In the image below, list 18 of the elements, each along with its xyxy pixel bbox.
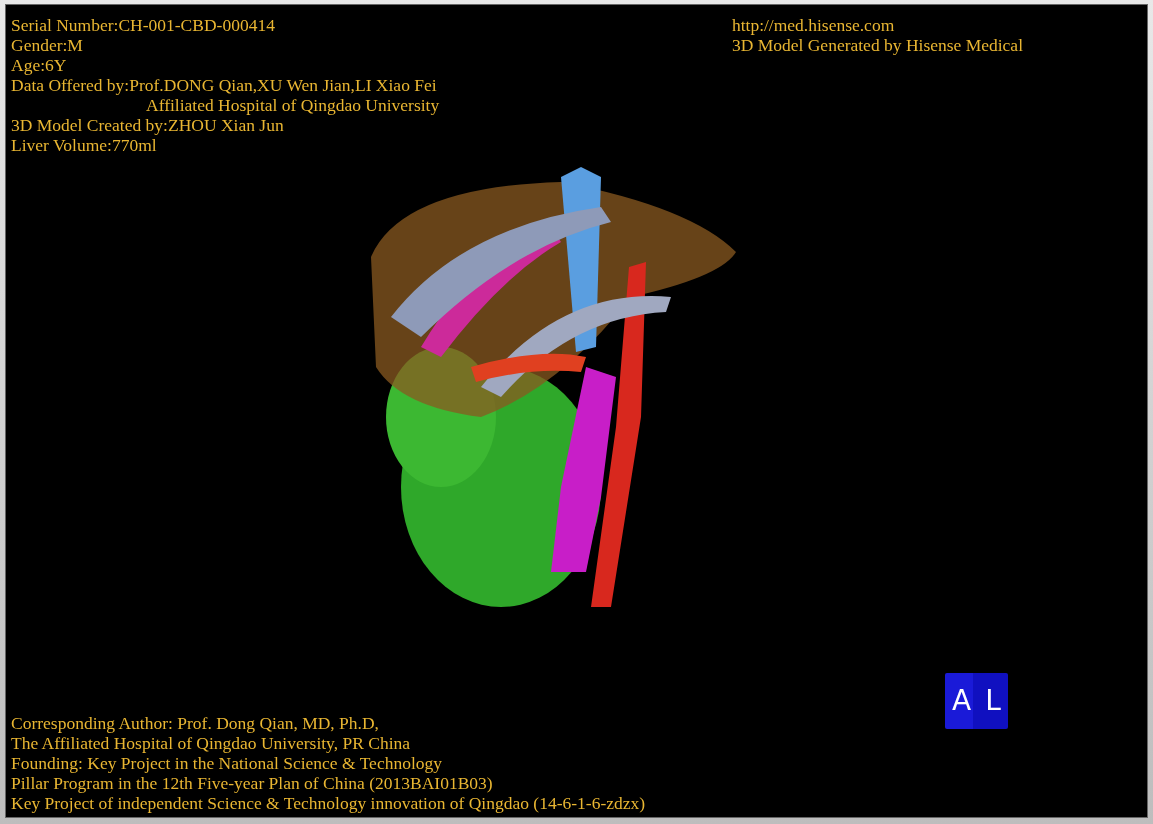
info-text: 3D Model Created by:ZHOU Xian Jun <box>11 115 285 135</box>
info-text: Gender:M <box>11 35 84 55</box>
info-text: 3D Model Generated by Hisense Medical <box>731 35 1023 55</box>
info-text: http://med.hisense.com <box>731 15 896 35</box>
info-text: Founding: Key Project in the National Science & Technology <box>11 753 443 773</box>
info-text: Serial Number:CH-001-CBD-000414 <box>11 15 276 35</box>
viewport[interactable] <box>5 4 1148 818</box>
cube-face-label: A <box>952 687 972 715</box>
info-text: Pillar Program in the 12th Five-year Plan of China (2013BAI01B03) <box>11 773 494 793</box>
info-text: Corresponding Author: Prof. Dong Qian, MD, Ph.D, <box>11 713 380 733</box>
orientation-cube[interactable]: A L <box>945 673 1008 729</box>
info-text: Liver Volume:770ml <box>11 135 158 155</box>
info-text: Data Offered by:Prof.DONG Qian,XU Wen Jian,LI Xiao Fei <box>11 75 438 95</box>
info-text: Affiliated Hospital of Qingdao University <box>145 95 440 115</box>
cube-face-label: L <box>985 687 1001 715</box>
info-text: The Affiliated Hospital of Qingdao University, PR China <box>11 733 412 753</box>
info-text: Age:6Y <box>11 55 68 75</box>
info-text: Key Project of independent Science & Technology innovation of Qingdao (14-6-1-6-zdzx) <box>11 793 646 813</box>
